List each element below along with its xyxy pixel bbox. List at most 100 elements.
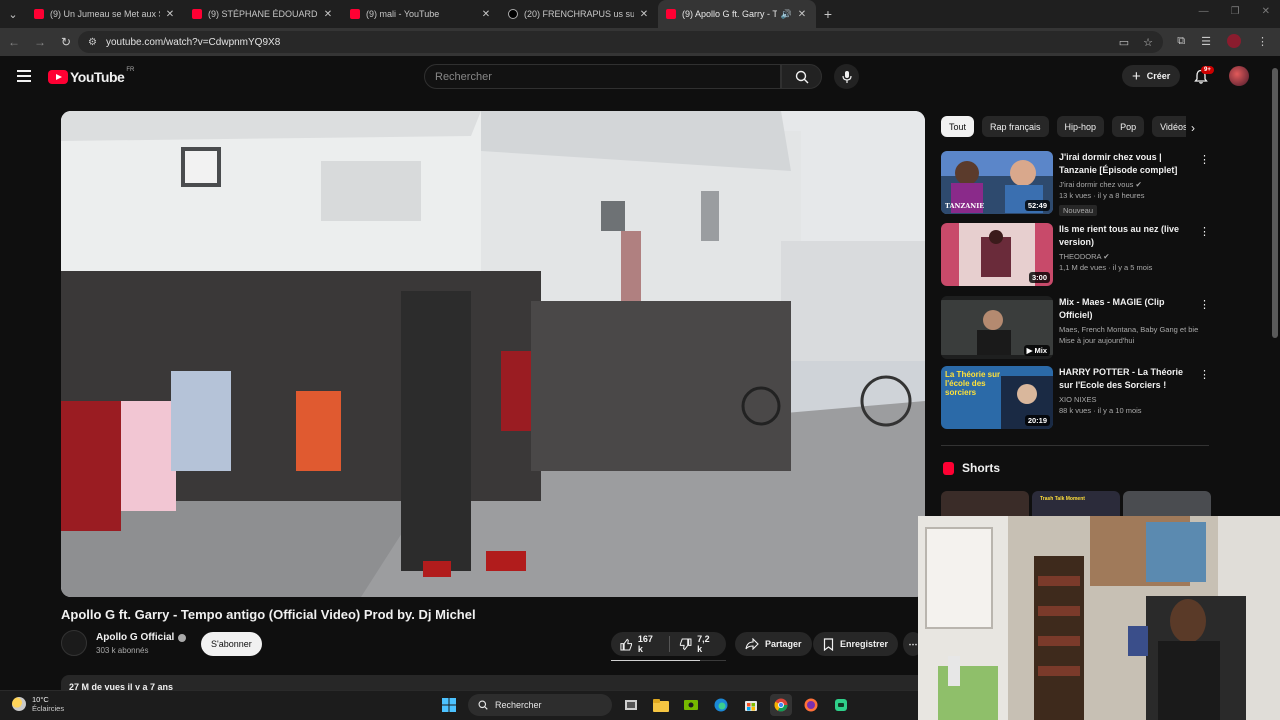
tab-close-icon[interactable]: ✕ — [796, 9, 808, 20]
browser-tab-active[interactable]: (9) Apollo G ft. Garry - Temp 🔊 ✕ — [658, 0, 816, 28]
share-button[interactable]: Partager — [735, 632, 812, 656]
forward-arrow-icon[interactable]: → — [28, 30, 52, 54]
account-avatar[interactable] — [1229, 66, 1249, 86]
tab-search-button[interactable]: ⌄ — [0, 0, 26, 28]
new-tab-button[interactable]: + — [816, 6, 840, 22]
browser-menu-icon[interactable]: ⋮ — [1257, 35, 1268, 48]
task-view-icon[interactable] — [620, 694, 642, 716]
video-thumbnail[interactable]: TANZANIE 52:49 — [941, 151, 1053, 214]
dislike-button[interactable]: 7,2 k — [670, 632, 726, 656]
microphone-icon — [841, 70, 852, 83]
tab-close-icon[interactable]: ✕ — [322, 9, 334, 20]
scrollbar-thumb[interactable] — [1272, 68, 1278, 338]
chevron-right-icon[interactable]: › — [1184, 119, 1202, 137]
video-thumbnail[interactable]: ▶ Mix — [941, 296, 1053, 359]
subscribe-button[interactable]: S'abonner — [201, 632, 262, 656]
reload-icon[interactable]: ↻ — [54, 30, 78, 54]
voice-search-button[interactable] — [834, 64, 859, 89]
more-options-icon[interactable]: ⋮ — [1199, 225, 1210, 238]
chrome-icon[interactable] — [770, 694, 792, 716]
bookmark-star-icon[interactable]: ☆ — [1143, 36, 1153, 49]
reading-list-icon[interactable]: ☰ — [1201, 35, 1211, 48]
extensions-icon[interactable]: ⧉ — [1177, 35, 1185, 48]
chip-videos[interactable]: Vidéos — [1152, 116, 1186, 137]
channel-avatar[interactable] — [61, 630, 87, 656]
edge-icon[interactable] — [710, 694, 732, 716]
video-duration: 52:49 — [1024, 200, 1050, 211]
weather-condition: Éclaircies — [32, 704, 65, 713]
back-arrow-icon[interactable]: ← — [2, 30, 26, 54]
tab-close-icon[interactable]: ✕ — [638, 9, 650, 20]
more-options-icon[interactable]: ⋮ — [1199, 153, 1210, 166]
chip-hip-hop[interactable]: Hip-hop — [1056, 116, 1105, 137]
thumbnail-label: TANZANIE — [945, 202, 985, 210]
browser-tab-strip: ⌄ (9) Un Jumeau se Met aux STÉPH ✕ (9) S… — [0, 0, 1280, 28]
browser-tab[interactable]: (9) STÉPHANE ÉDOUARD : La di ✕ — [184, 0, 342, 28]
browser-tab[interactable]: (9) mali - YouTube ✕ — [342, 0, 500, 28]
channel-name[interactable]: J'irai dormir chez vous ✔ — [1059, 180, 1199, 189]
site-settings-icon[interactable]: ⚙ — [88, 37, 100, 48]
channel-name-text: J'irai dormir chez vous — [1059, 180, 1134, 189]
channel-name[interactable]: XIO NIXES — [1059, 395, 1199, 404]
green-app-icon[interactable] — [830, 694, 852, 716]
chip-pop[interactable]: Pop — [1112, 116, 1145, 137]
browser-tab[interactable]: (9) Un Jumeau se Met aux STÉPH ✕ — [26, 0, 184, 28]
cast-icon[interactable]: ▭ — [1119, 36, 1129, 49]
video-thumbnail[interactable]: 3:00 — [941, 223, 1053, 286]
menu-hamburger-icon[interactable] — [17, 70, 31, 82]
youtube-logo[interactable]: YouTube FR — [48, 67, 134, 85]
taskbar-search[interactable]: Rechercher — [468, 694, 612, 716]
microsoft-store-icon[interactable] — [740, 694, 762, 716]
channel-name[interactable]: THEODORA ✔ — [1059, 252, 1199, 261]
like-dislike-group: 167 k 7,2 k — [611, 632, 726, 656]
browser-tab[interactable]: (20) FRENCHRAPUS us sur X : " " ✕ — [500, 0, 658, 28]
more-options-icon[interactable]: ⋮ — [1199, 368, 1210, 381]
youtube-favicon-icon — [350, 9, 360, 19]
video-thumbnail[interactable]: La Théorie sur l'école des sorciers 20:1… — [941, 366, 1053, 429]
search-button[interactable] — [781, 64, 822, 89]
channel-name-text: THEODORA — [1059, 252, 1102, 261]
recommended-video[interactable]: La Théorie sur l'école des sorciers 20:1… — [941, 366, 1211, 432]
recommended-video[interactable]: TANZANIE 52:49 J'irai dormir chez vous |… — [941, 151, 1211, 217]
channel-name[interactable]: Maes, French Montana, Baby Gang et bie..… — [1059, 325, 1199, 334]
maximize-icon[interactable]: ❐ — [1231, 6, 1240, 17]
more-options-icon[interactable]: ⋮ — [1199, 298, 1210, 311]
video-title[interactable]: Ils me rient tous au nez (live version) — [1059, 223, 1199, 249]
video-player[interactable] — [61, 111, 925, 597]
plus-icon: + — [1132, 67, 1141, 85]
nvidia-icon[interactable] — [680, 694, 702, 716]
firefox-icon[interactable] — [800, 694, 822, 716]
video-meta: 88 k vues · il y a 10 mois — [1059, 406, 1142, 415]
address-bar[interactable]: ⚙ youtube.com/watch?v=CdwpnmYQ9X8 ▭ ☆ — [78, 31, 1163, 53]
video-title[interactable]: HARRY POTTER - La Théorie sur l'Ecole de… — [1059, 366, 1199, 392]
save-button[interactable]: Enregistrer — [813, 632, 899, 656]
video-meta: 13 k vues · il y a 8 heures — [1059, 191, 1145, 200]
speaker-icon[interactable]: 🔊 — [781, 9, 792, 20]
create-button[interactable]: + Créer — [1122, 65, 1181, 87]
channel-name[interactable]: Apollo G Official — [96, 632, 187, 643]
like-button[interactable]: 167 k — [611, 632, 669, 656]
chip-all[interactable]: Tout — [941, 116, 975, 137]
mix-label: Mix — [1034, 346, 1047, 355]
temperature: 10°C — [32, 695, 49, 704]
video-title[interactable]: Mix - Maes - MAGIE (Clip Officiel) — [1059, 296, 1199, 322]
weather-widget[interactable]: 10°C Éclaircies — [12, 695, 64, 713]
file-explorer-icon[interactable] — [650, 694, 672, 716]
verified-icon: ✔ — [1103, 252, 1110, 261]
video-title[interactable]: J'irai dormir chez vous | Tanzanie [Épis… — [1059, 151, 1199, 177]
minimize-icon[interactable]: — — [1199, 6, 1209, 17]
subscriber-count: 303 k abonnés — [96, 646, 149, 655]
search-input[interactable] — [435, 70, 780, 83]
webcam-overlay — [918, 516, 1280, 720]
tab-close-icon[interactable]: ✕ — [164, 9, 176, 20]
profile-avatar[interactable] — [1227, 34, 1241, 48]
tab-close-icon[interactable]: ✕ — [480, 9, 492, 20]
video-duration: 3:00 — [1028, 272, 1050, 283]
thumbs-down-icon — [680, 637, 692, 650]
window-close-icon[interactable]: ✕ — [1262, 6, 1270, 17]
chip-rap-francais[interactable]: Rap français — [982, 116, 1049, 137]
recommended-video[interactable]: 3:00 Ils me rient tous au nez (live vers… — [941, 223, 1211, 289]
recommended-video[interactable]: ▶ Mix Mix - Maes - MAGIE (Clip Officiel)… — [941, 296, 1211, 362]
windows-start-icon[interactable] — [438, 694, 460, 716]
search-box[interactable] — [424, 64, 781, 89]
